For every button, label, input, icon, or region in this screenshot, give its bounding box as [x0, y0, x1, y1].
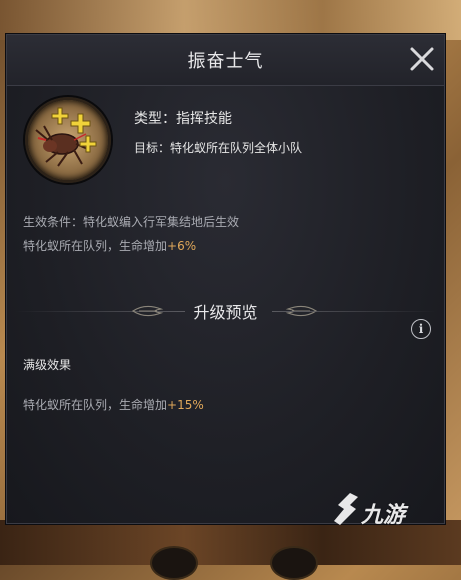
bottom-button-partial [270, 546, 318, 580]
max-level-effect: 特化蚁所在队列，生命增加+15% [23, 396, 204, 413]
bottom-button-partial [150, 546, 198, 580]
max-effect-text: 特化蚁所在队列，生命增加 [23, 398, 168, 412]
ant-icon [35, 107, 97, 167]
max-level-label: 满级效果 [23, 358, 72, 372]
skill-effect-value: +6% [167, 239, 197, 253]
skill-target: 目标：特化蚁所在队列全体小队 [134, 141, 303, 155]
skill-effect-text: 特化蚁所在队列，生命增加 [23, 239, 168, 253]
divider-right [272, 311, 436, 312]
skill-effect: 特化蚁所在队列，生命增加+6% [23, 237, 196, 254]
max-effect-value: +15% [167, 398, 204, 412]
skill-type: 类型：指挥技能 [134, 111, 232, 127]
info-icon[interactable]: i [411, 319, 431, 339]
close-icon[interactable] [408, 45, 436, 73]
jiuyou-logo-icon [334, 493, 358, 525]
skill-dialog: 振奋士气 类型：指挥技能 目标：特化蚁所在队列全体小队 生效条件：特化蚁编入行军… [6, 34, 445, 524]
dialog-title: 振奋士气 [187, 51, 264, 72]
dialog-header: 振奋士气 [7, 35, 444, 86]
watermark-text: 九游 [361, 503, 406, 528]
skill-icon [25, 97, 111, 183]
skill-condition: 生效条件：特化蚁编入行军集结地后生效 [23, 215, 240, 229]
